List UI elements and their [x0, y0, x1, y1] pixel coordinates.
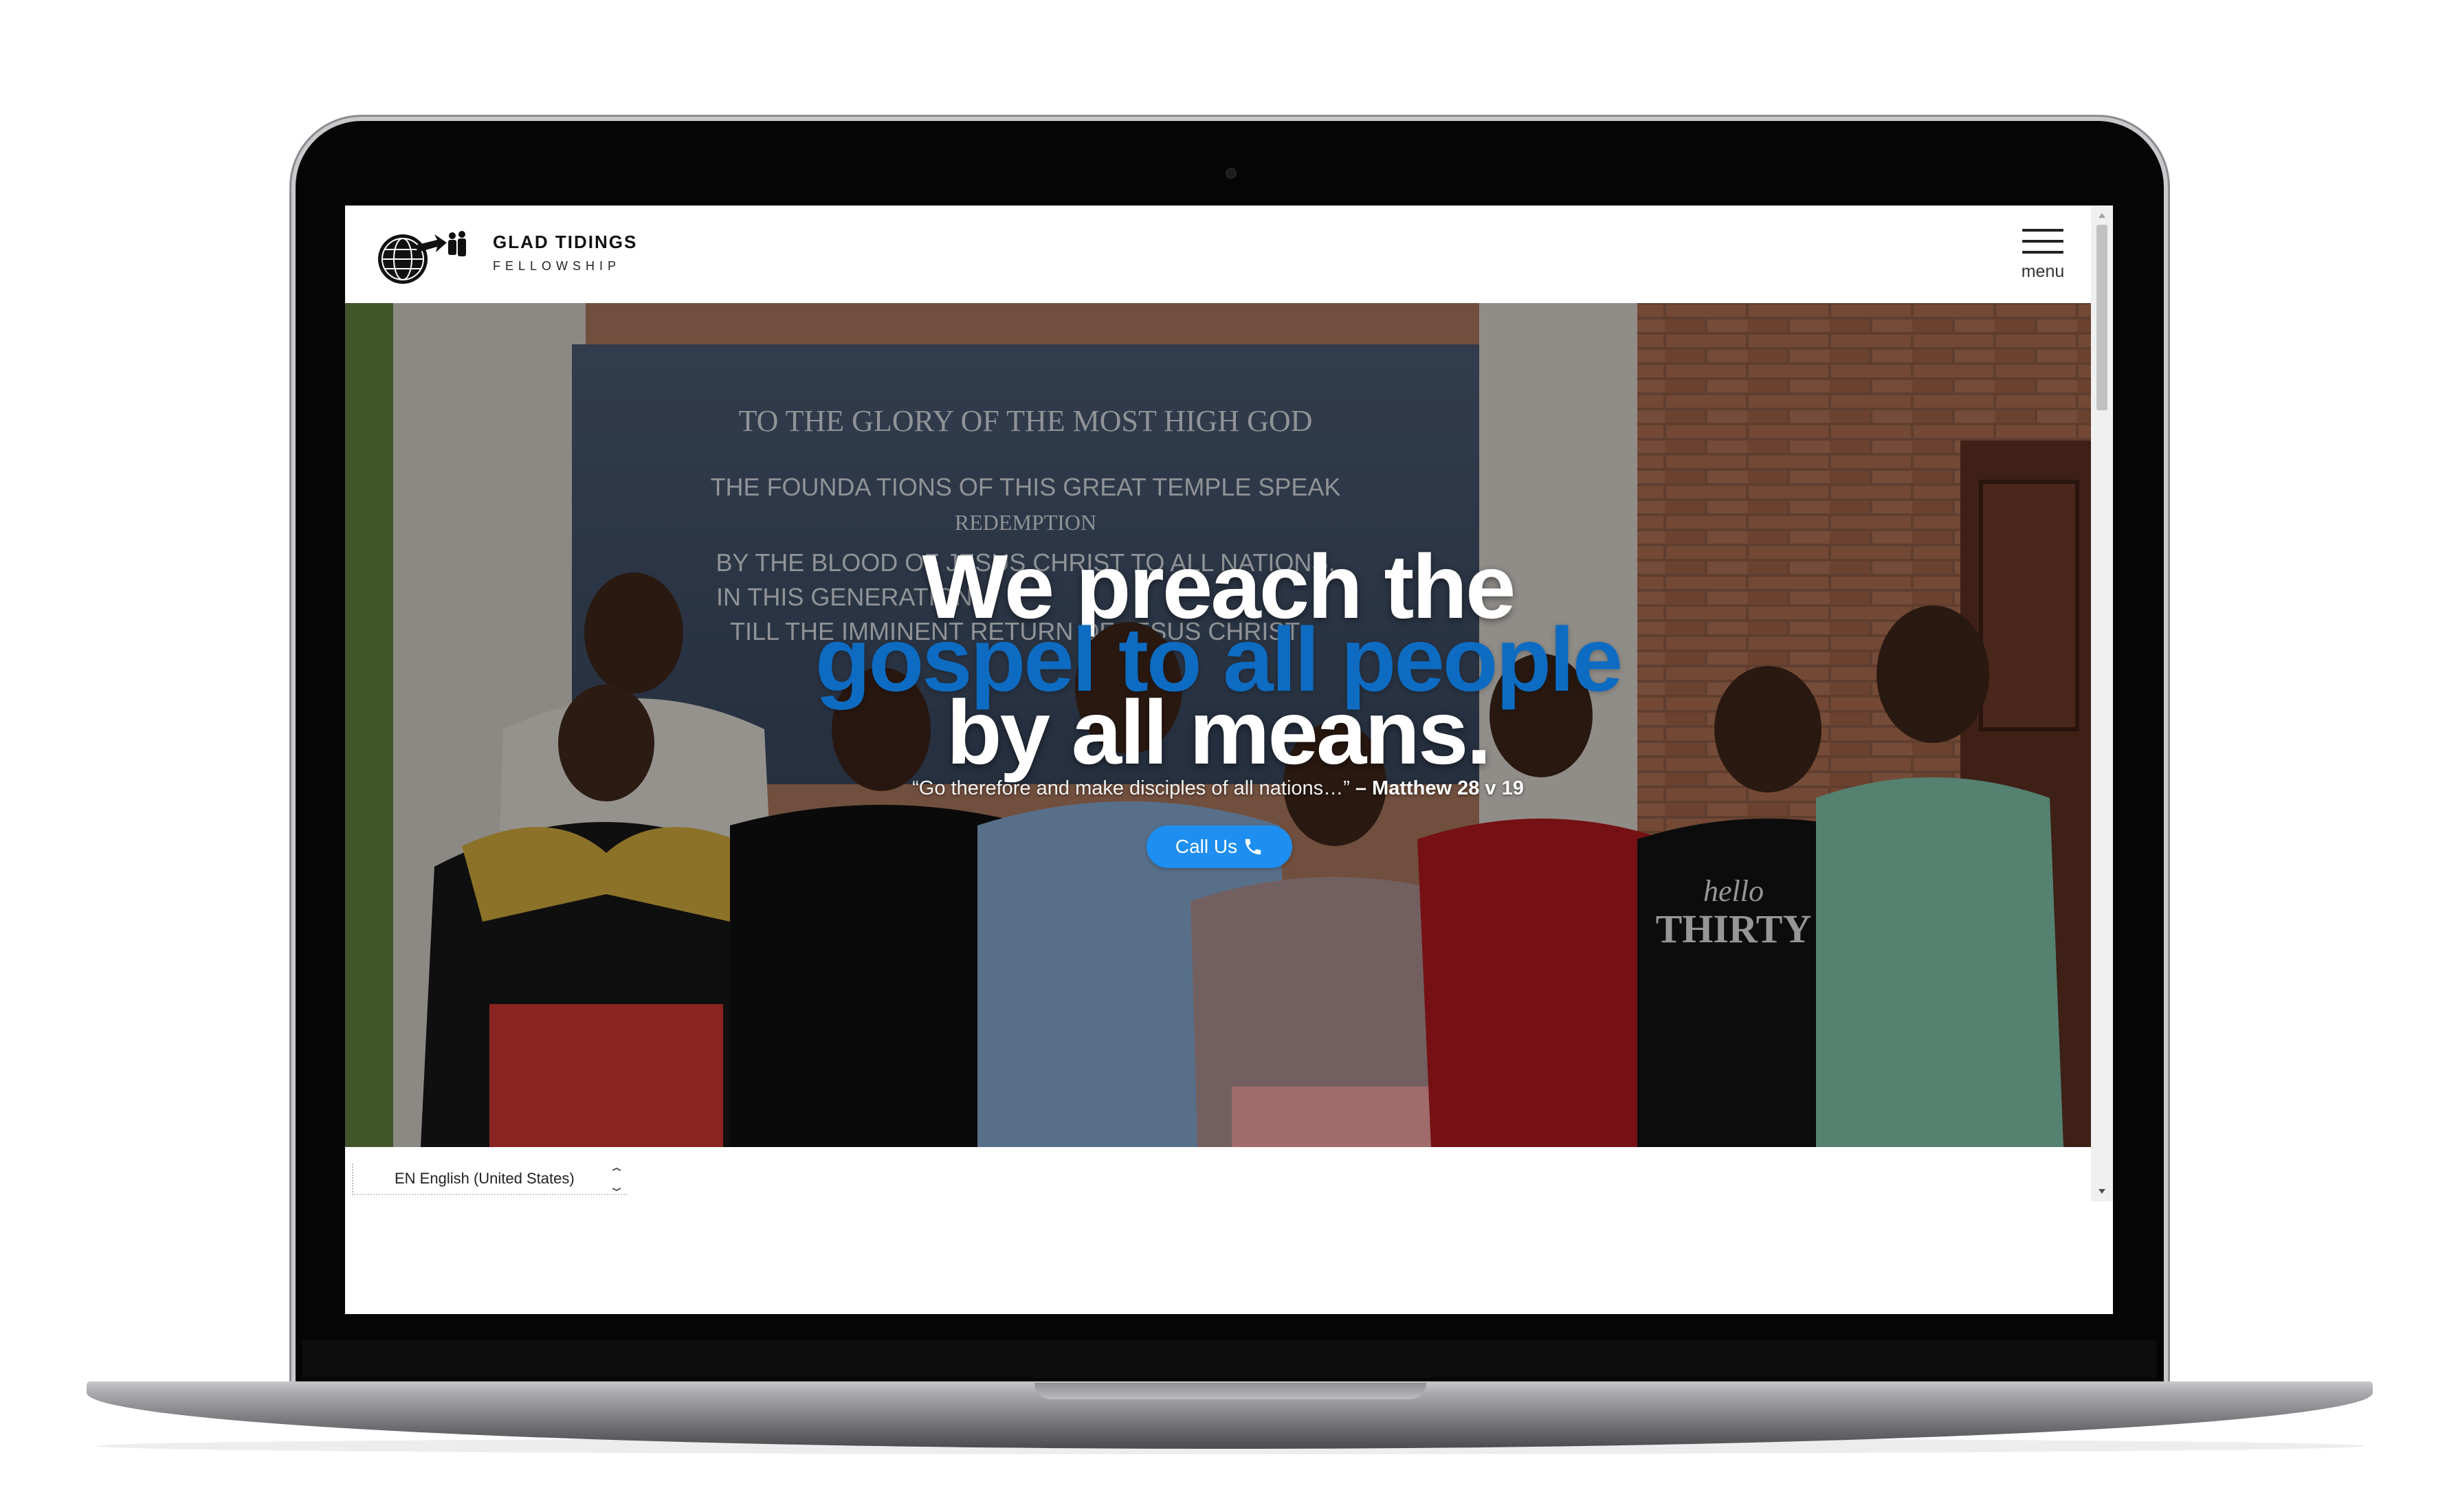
- hero-headline: We preach the gospel to all people by al…: [345, 542, 2091, 783]
- webcam: [1226, 168, 1237, 179]
- scroll-down-icon[interactable]: [2096, 1186, 2107, 1196]
- laptop-chin: [302, 1340, 2157, 1378]
- hero-section: TO THE GLORY OF THE MOST HIGH GOD THE FO…: [345, 303, 2091, 1147]
- call-us-label[interactable]: Call Us: [1175, 836, 1237, 858]
- scroll-up-icon[interactable]: [2096, 211, 2107, 221]
- language-label[interactable]: EN English (United States): [395, 1170, 575, 1188]
- expand-icon[interactable]: [610, 1168, 623, 1191]
- call-us-button[interactable]: Call Us: [1147, 825, 1292, 868]
- phone-icon[interactable]: [1243, 836, 1263, 857]
- vertical-scrollbar[interactable]: [2091, 205, 2113, 1201]
- site-header: GLAD TIDINGS FELLOWSHIP menu: [345, 205, 2091, 303]
- menu-button[interactable]: menu: [2008, 223, 2077, 292]
- hamburger-icon[interactable]: [2022, 229, 2063, 254]
- hero-scripture-quote: “Go therefore and make disciples of all …: [345, 777, 2091, 800]
- brand-subtitle: FELLOWSHIP: [493, 259, 621, 273]
- globe-with-people-logo[interactable]: [374, 225, 470, 287]
- menu-label[interactable]: menu: [2008, 262, 2077, 282]
- quote-text: “Go therefore and make disciples of all …: [912, 777, 1355, 799]
- brand-name[interactable]: GLAD TIDINGS: [493, 232, 637, 253]
- scrollbar-thumb[interactable]: [2096, 225, 2107, 410]
- browser-viewport: GLAD TIDINGS FELLOWSHIP menu TO THE GLOR…: [345, 205, 2113, 1314]
- laptop-notch: [1034, 1383, 1426, 1399]
- language-selector[interactable]: EN English (United States): [352, 1164, 627, 1195]
- quote-reference: – Matthew 28 v 19: [1355, 777, 1524, 799]
- hero-line-3: by all means.: [946, 682, 1492, 783]
